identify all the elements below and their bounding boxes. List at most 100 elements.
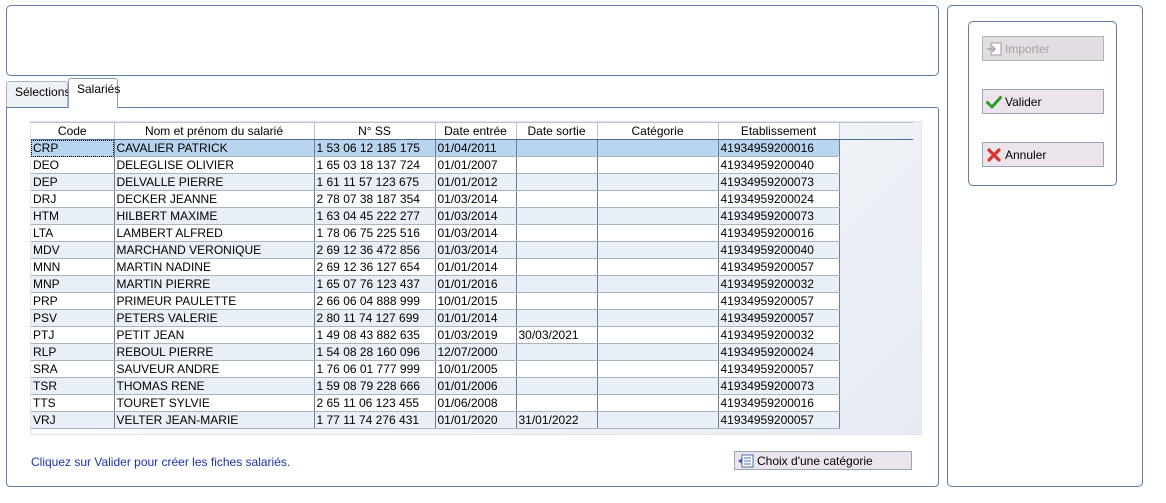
cell-ss[interactable]: 2 69 12 36 127 654 [314, 258, 436, 276]
table-row[interactable]: HTM HILBERT MAXIME 1 63 04 45 222 277 01/03… [31, 207, 913, 225]
table-row[interactable]: TTS TOURET SYLVIE 2 65 11 06 123 455 01/06/… [31, 394, 913, 412]
cell-etablissement[interactable]: 41934959200057 [718, 292, 840, 310]
cell-date-entree[interactable]: 01/03/2014 [435, 207, 517, 225]
cell-date-sortie[interactable] [516, 241, 598, 259]
cell-ss[interactable]: 1 53 06 12 185 175 [314, 139, 436, 157]
cell-code[interactable]: DRJ [31, 190, 115, 208]
cell-categorie[interactable] [597, 190, 719, 208]
cell-date-sortie[interactable] [516, 343, 598, 361]
cell-etablissement[interactable]: 41934959200057 [718, 309, 840, 327]
cell-code[interactable]: RLP [31, 343, 115, 361]
cell-date-entree[interactable]: 01/06/2008 [435, 394, 517, 412]
cell-etablissement[interactable]: 41934959200016 [718, 224, 840, 242]
cell-etablissement[interactable]: 41934959200040 [718, 241, 840, 259]
cell-code[interactable]: PTJ [31, 326, 115, 344]
cell-categorie[interactable] [597, 207, 719, 225]
cell-date-sortie[interactable] [516, 207, 598, 225]
cell-ss[interactable]: 1 63 04 45 222 277 [314, 207, 436, 225]
cell-date-sortie[interactable] [516, 394, 598, 412]
cell-categorie[interactable] [597, 343, 719, 361]
cell-code[interactable]: MNN [31, 258, 115, 276]
table-row[interactable]: TSR THOMAS RENE 1 59 08 79 228 666 01/01/20… [31, 377, 913, 395]
column-header-date-entree[interactable]: Date entrée [435, 122, 517, 140]
cell-code[interactable]: DEP [31, 173, 115, 191]
cell-name[interactable]: DECKER JEANNE [114, 190, 315, 208]
cell-date-entree[interactable]: 01/01/2007 [435, 156, 517, 174]
cell-ss[interactable]: 1 65 07 76 123 437 [314, 275, 436, 293]
cell-ss[interactable]: 2 78 07 38 187 354 [314, 190, 436, 208]
cell-ss[interactable]: 2 80 11 74 127 699 [314, 309, 436, 327]
cell-date-sortie[interactable]: 30/03/2021 [516, 326, 598, 344]
table-row[interactable]: PRP PRIMEUR PAULETTE 2 66 06 04 888 999 10/… [31, 292, 913, 310]
cell-date-entree[interactable]: 01/03/2014 [435, 190, 517, 208]
cell-date-entree[interactable]: 01/01/2014 [435, 309, 517, 327]
cell-date-sortie[interactable] [516, 377, 598, 395]
cell-date-entree[interactable]: 01/01/2014 [435, 258, 517, 276]
cell-date-entree[interactable]: 01/03/2019 [435, 326, 517, 344]
cell-code[interactable]: TTS [31, 394, 115, 412]
column-header-code[interactable]: Code [31, 122, 115, 140]
column-header-etablissement[interactable]: Etablissement [718, 122, 840, 140]
cell-date-sortie[interactable] [516, 275, 598, 293]
cell-etablissement[interactable]: 41934959200073 [718, 377, 840, 395]
cell-categorie[interactable] [597, 360, 719, 378]
cell-etablissement[interactable]: 41934959200016 [718, 139, 840, 157]
cell-name[interactable]: MARTIN NADINE [114, 258, 315, 276]
cell-ss[interactable]: 2 69 12 36 472 856 [314, 241, 436, 259]
cell-name[interactable]: MARCHAND VERONIQUE [114, 241, 315, 259]
annuler-button[interactable]: Annuler [982, 142, 1104, 167]
cell-date-entree[interactable]: 12/07/2000 [435, 343, 517, 361]
cell-categorie[interactable] [597, 241, 719, 259]
cell-ss[interactable]: 1 77 11 74 276 431 [314, 411, 436, 429]
cell-date-sortie[interactable] [516, 173, 598, 191]
cell-etablissement[interactable]: 41934959200032 [718, 275, 840, 293]
table-row[interactable]: CRP CAVALIER PATRICK 1 53 06 12 185 175 01/… [31, 139, 913, 157]
valider-button[interactable]: Valider [982, 89, 1104, 114]
cell-name[interactable]: VELTER JEAN-MARIE [114, 411, 315, 429]
cell-name[interactable]: THOMAS RENE [114, 377, 315, 395]
cell-etablissement[interactable]: 41934959200032 [718, 326, 840, 344]
cell-name[interactable]: PETERS VALERIE [114, 309, 315, 327]
cell-date-entree[interactable]: 01/01/2006 [435, 377, 517, 395]
cell-etablissement[interactable]: 41934959200057 [718, 411, 840, 429]
cell-name[interactable]: CAVALIER PATRICK [114, 139, 315, 157]
table-row[interactable]: PSV PETERS VALERIE 2 80 11 74 127 699 01/01… [31, 309, 913, 327]
cell-date-entree[interactable]: 01/04/2011 [435, 139, 517, 157]
cell-code[interactable]: HTM [31, 207, 115, 225]
cell-date-sortie[interactable] [516, 360, 598, 378]
cell-name[interactable]: LAMBERT ALFRED [114, 224, 315, 242]
cell-ss[interactable]: 1 54 08 28 160 096 [314, 343, 436, 361]
table-row[interactable]: MNN MARTIN NADINE 2 69 12 36 127 654 01/01/… [31, 258, 913, 276]
cell-categorie[interactable] [597, 377, 719, 395]
cell-date-sortie[interactable] [516, 139, 598, 157]
cell-date-sortie[interactable] [516, 258, 598, 276]
cell-name[interactable]: SAUVEUR ANDRE [114, 360, 315, 378]
cell-categorie[interactable] [597, 411, 719, 429]
cell-date-entree[interactable]: 01/01/2012 [435, 173, 517, 191]
column-header-ss[interactable]: N° SS [314, 122, 436, 140]
cell-date-sortie[interactable] [516, 224, 598, 242]
cell-ss[interactable]: 1 59 08 79 228 666 [314, 377, 436, 395]
cell-name[interactable]: DELVALLE PIERRE [114, 173, 315, 191]
cell-categorie[interactable] [597, 394, 719, 412]
cell-code[interactable]: PRP [31, 292, 115, 310]
cell-code[interactable]: DEO [31, 156, 115, 174]
cell-code[interactable]: TSR [31, 377, 115, 395]
table-row[interactable]: MDV MARCHAND VERONIQUE 2 69 12 36 472 856 0… [31, 241, 913, 259]
cell-code[interactable]: LTA [31, 224, 115, 242]
cell-categorie[interactable] [597, 292, 719, 310]
cell-date-entree[interactable]: 01/01/2020 [435, 411, 517, 429]
table-row[interactable]: DEP DELVALLE PIERRE 1 61 11 57 123 675 01/0… [31, 173, 913, 191]
cell-etablissement[interactable]: 41934959200040 [718, 156, 840, 174]
cell-etablissement[interactable]: 41934959200073 [718, 173, 840, 191]
cell-ss[interactable]: 1 65 03 18 137 724 [314, 156, 436, 174]
cell-ss[interactable]: 1 49 08 43 882 635 [314, 326, 436, 344]
cell-code[interactable]: CRP [31, 139, 115, 157]
cell-categorie[interactable] [597, 139, 719, 157]
cell-categorie[interactable] [597, 224, 719, 242]
cell-date-entree[interactable]: 01/03/2014 [435, 224, 517, 242]
cell-date-entree[interactable]: 01/03/2014 [435, 241, 517, 259]
cell-code[interactable]: PSV [31, 309, 115, 327]
cell-date-entree[interactable]: 10/01/2015 [435, 292, 517, 310]
table-row[interactable]: MNP MARTIN PIERRE 1 65 07 76 123 437 01/01/… [31, 275, 913, 293]
